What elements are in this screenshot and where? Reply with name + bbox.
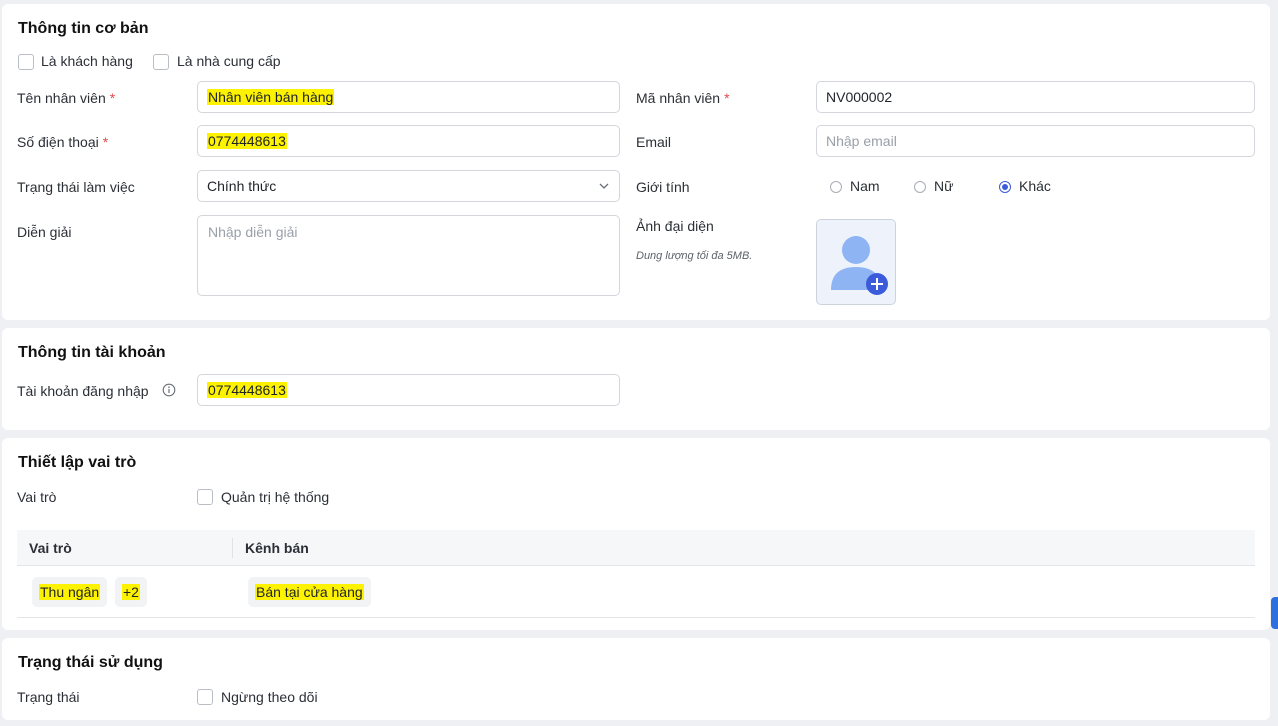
- employee-code-input[interactable]: NV000002: [816, 81, 1255, 113]
- phone-label: Số điện thoại *: [17, 134, 109, 150]
- phone-input[interactable]: 0774448613: [197, 125, 620, 157]
- gender-radio-nam[interactable]: [830, 181, 842, 193]
- description-label: Diễn giải: [17, 224, 72, 240]
- channel-tag[interactable]: Bán tại cửa hàng: [248, 577, 371, 607]
- gender-radio-khac[interactable]: [999, 181, 1011, 193]
- login-account-value: 0774448613: [207, 382, 287, 398]
- is-customer-checkbox[interactable]: [18, 54, 34, 70]
- role-label: Vai trò: [17, 489, 57, 505]
- required-mark: *: [724, 90, 730, 106]
- column-divider: [232, 538, 233, 558]
- work-status-label: Trạng thái làm việc: [17, 179, 135, 195]
- basic-info-section: Thông tin cơ bản Là khách hàng Là nhà cu…: [2, 4, 1270, 320]
- avatar-size-note: Dung lượng tối đa 5MB.: [636, 250, 753, 262]
- role-more-tag[interactable]: +2: [115, 577, 147, 607]
- email-placeholder: Nhập email: [826, 133, 897, 149]
- system-admin-checkbox[interactable]: [197, 489, 213, 505]
- role-setup-section: Thiết lập vai trò Vai trò Quản trị hệ th…: [2, 438, 1270, 630]
- employee-name-input[interactable]: Nhân viên bán hàng: [197, 81, 620, 113]
- column-header-channel: Kênh bán: [245, 540, 309, 556]
- login-account-input[interactable]: 0774448613: [197, 374, 620, 406]
- gender-option-nam: Nam: [850, 178, 880, 194]
- usage-status-section: Trạng thái sử dụng Trạng thái Ngừng theo…: [2, 638, 1270, 720]
- section-title: Trạng thái sử dụng: [18, 654, 163, 671]
- chevron-down-icon: [599, 183, 609, 189]
- column-header-role: Vai trò: [29, 540, 72, 556]
- side-panel-handle[interactable]: [1271, 597, 1278, 629]
- email-input[interactable]: Nhập email: [816, 125, 1255, 157]
- stop-tracking-label: Ngừng theo dõi: [221, 689, 318, 705]
- section-title: Thông tin tài khoản: [18, 344, 166, 361]
- section-title: Thông tin cơ bản: [18, 20, 149, 37]
- role-tag[interactable]: Thu ngân: [32, 577, 108, 607]
- phone-value: 0774448613: [207, 133, 287, 149]
- system-admin-label: Quản trị hệ thống: [221, 489, 330, 505]
- description-textarea[interactable]: Nhập diễn giải: [197, 215, 620, 296]
- is-customer-label: Là khách hàng: [41, 53, 133, 69]
- description-placeholder: Nhập diễn giải: [208, 224, 298, 240]
- gender-label: Giới tính: [636, 179, 690, 195]
- employee-code-label: Mã nhân viên *: [636, 90, 730, 106]
- is-supplier-label: Là nhà cung cấp: [177, 53, 281, 69]
- stop-tracking-checkbox[interactable]: [197, 689, 213, 705]
- gender-radio-nu[interactable]: [914, 181, 926, 193]
- gender-option-khac: Khác: [1019, 178, 1051, 194]
- required-mark: *: [102, 134, 109, 150]
- is-supplier-checkbox[interactable]: [153, 54, 169, 70]
- gender-option-nu: Nữ: [934, 178, 954, 194]
- info-icon[interactable]: [162, 383, 176, 397]
- avatar-upload[interactable]: [816, 219, 896, 305]
- section-title: Thiết lập vai trò: [18, 454, 137, 471]
- role-table-header: Vai trò Kênh bán: [17, 530, 1255, 566]
- status-label: Trạng thái: [17, 689, 80, 705]
- employee-name-label: Tên nhân viên *: [17, 90, 116, 106]
- login-account-label: Tài khoản đăng nhập: [17, 383, 149, 399]
- avatar-label: Ảnh đại diện: [636, 218, 714, 234]
- row-divider: [17, 617, 1255, 618]
- email-label: Email: [636, 134, 672, 150]
- employee-name-value: Nhân viên bán hàng: [207, 89, 335, 105]
- employee-code-value: NV000002: [826, 89, 893, 105]
- account-info-section: Thông tin tài khoản Tài khoản đăng nhập …: [2, 328, 1270, 430]
- work-status-value: Chính thức: [207, 178, 277, 194]
- required-mark: *: [109, 90, 116, 106]
- user-avatar-icon: [831, 236, 888, 295]
- work-status-select[interactable]: Chính thức: [197, 170, 620, 202]
